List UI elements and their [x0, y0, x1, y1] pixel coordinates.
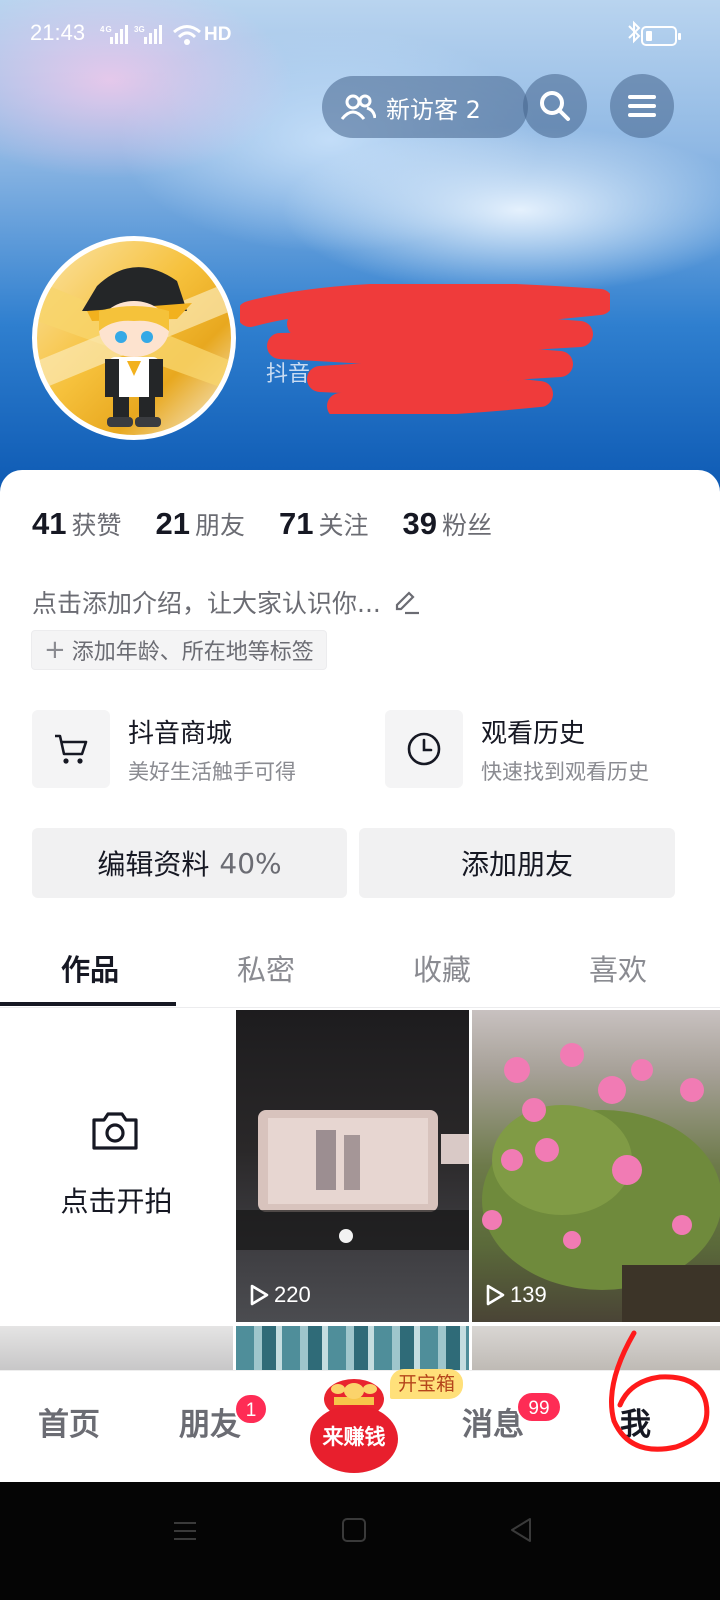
stat-likes[interactable]: 41 获赞: [32, 506, 122, 542]
shoot-label: 点击开拍: [60, 1185, 173, 1218]
bio-text: 点击添加介绍，让大家认识你...: [32, 589, 381, 618]
plus-icon: +: [44, 635, 66, 665]
bottom-navigation: 首页 朋友 1 来赚钱 开宝箱 消息 99 我: [0, 1330, 720, 1482]
outdoor-cinema-image: [236, 1110, 469, 1250]
avatar-character-icon: [37, 267, 231, 427]
play-icon: [486, 1284, 505, 1306]
open-chest-badge[interactable]: 开宝箱: [390, 1369, 464, 1399]
profile-header: 21:43 4G 3G HD 新访客 2 抖音: [0, 0, 720, 500]
tab-likes[interactable]: 喜欢: [528, 932, 708, 1008]
nav-messages[interactable]: 消息: [462, 1399, 524, 1444]
svg-text:3G: 3G: [134, 25, 145, 34]
tab-favorites[interactable]: 收藏: [352, 932, 532, 1008]
divider: [0, 1007, 720, 1008]
stats-row: 41 获赞 21 朋友 71 关注 39 粉丝: [32, 506, 526, 542]
battery-icon: [641, 26, 681, 46]
add-friends-button[interactable]: 添加朋友: [359, 828, 675, 898]
video-thumbnail[interactable]: 220: [236, 1010, 469, 1322]
douyin-id: 抖音: [266, 362, 311, 387]
earn-money-label: 来赚钱: [322, 1425, 386, 1449]
stat-friends[interactable]: 21 朋友: [156, 506, 246, 542]
history-entry[interactable]: 观看历史 快速找到观看历史: [385, 710, 649, 788]
new-visitors-button[interactable]: 新访客 2: [322, 76, 528, 138]
wifi-icon: [173, 25, 201, 45]
avatar[interactable]: [32, 236, 236, 440]
back-triangle-icon[interactable]: [508, 1516, 534, 1544]
search-icon: [540, 91, 570, 121]
new-visitors-label: 新访客 2: [386, 95, 481, 124]
hamburger-icon: [628, 95, 656, 117]
home-square-icon[interactable]: [341, 1517, 367, 1543]
camera-icon: [92, 1112, 138, 1150]
tab-private[interactable]: 私密: [176, 932, 356, 1008]
bio-prompt[interactable]: 点击添加介绍，让大家认识你...: [32, 584, 421, 620]
hd-label: HD: [204, 24, 232, 45]
system-navigation-bar: [0, 1482, 720, 1600]
profile-card: 41 获赞 21 朋友 71 关注 39 粉丝 点击添加介绍，让大家认识你... + 添…: [0, 470, 720, 1400]
play-count: 139: [484, 1282, 547, 1308]
content-tabs: 作品 私密 收藏 喜欢: [0, 932, 720, 1008]
peony-flowers-image: [482, 1043, 720, 1322]
stat-following[interactable]: 71 关注: [279, 506, 369, 542]
redaction-scribble: [240, 284, 610, 414]
friends-badge: 1: [234, 1393, 268, 1425]
clock-icon: [385, 710, 463, 788]
shop-entry[interactable]: 抖音商城 美好生活触手可得: [32, 710, 296, 788]
edit-profile-label: 编辑资料: [97, 848, 210, 881]
video-thumbnail[interactable]: 139: [472, 1010, 720, 1322]
nav-home[interactable]: 首页: [38, 1399, 100, 1444]
add-tags-label: 添加年龄、所在地等标签: [71, 640, 314, 665]
shop-title: 抖音商城: [128, 718, 233, 749]
shop-subtitle: 美好生活触手可得: [128, 759, 296, 784]
profile-completion: 40%: [219, 846, 282, 880]
status-bar: 21:43 4G 3G HD: [0, 0, 720, 72]
stat-followers[interactable]: 39 粉丝: [403, 506, 493, 542]
history-subtitle: 快速找到观看历史: [481, 759, 649, 784]
edit-pencil-icon: [395, 591, 419, 615]
svg-text:4G: 4G: [100, 25, 113, 34]
tab-works[interactable]: 作品: [0, 932, 180, 1008]
earn-money-button[interactable]: 来赚钱: [308, 1371, 400, 1481]
red-circle-annotation: [609, 1330, 710, 1452]
edit-profile-button[interactable]: 编辑资料 40%: [32, 828, 347, 898]
bluetooth-icon: [627, 20, 641, 50]
play-count: 220: [248, 1282, 311, 1308]
recent-apps-icon[interactable]: [172, 1518, 198, 1544]
nav-friends[interactable]: 朋友: [179, 1399, 241, 1444]
cart-icon: [32, 710, 110, 788]
signal-4g-icon: 4G: [100, 25, 128, 44]
active-tab-indicator: [0, 1002, 176, 1006]
messages-badge: 99: [516, 1391, 562, 1423]
search-button[interactable]: [523, 74, 587, 138]
add-friends-label: 添加朋友: [460, 848, 573, 881]
menu-button[interactable]: [610, 74, 674, 138]
history-title: 观看历史: [481, 718, 586, 749]
shoot-button[interactable]: 点击开拍: [0, 1010, 233, 1322]
people-icon: [340, 94, 376, 120]
add-tags-button[interactable]: + 添加年龄、所在地等标签: [31, 630, 327, 670]
play-icon: [250, 1284, 269, 1306]
clock: 21:43: [30, 20, 86, 45]
signal-3g-icon: 3G: [134, 25, 162, 44]
